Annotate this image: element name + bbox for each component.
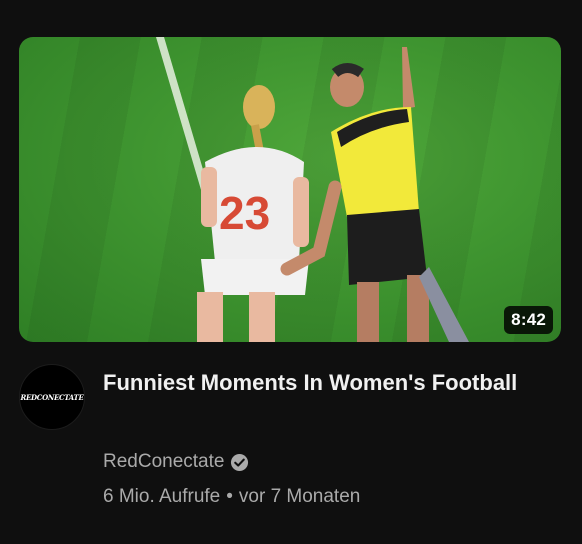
view-count: 6 Mio. Aufrufe (103, 486, 221, 507)
upload-age: vor 7 Monaten (238, 486, 361, 507)
thumbnail-scene: 23 (156, 37, 469, 342)
video-title[interactable]: Funniest Moments In Women's Football (103, 366, 543, 399)
player-figure: 23 (197, 85, 309, 342)
video-card[interactable]: 23 8:42 REDCONECTATE Funniest Moments In… (0, 0, 582, 544)
referee-figure (280, 47, 469, 342)
channel-row: RedConectate (103, 451, 249, 473)
avatar-logo-text: REDCONECTATE (20, 392, 84, 402)
video-metadata: 6 Mio. Aufrufe • vor 7 Monaten (103, 486, 360, 508)
channel-name[interactable]: RedConectate (103, 451, 224, 473)
jersey-number: 23 (219, 187, 270, 239)
duration-badge: 8:42 (504, 306, 553, 334)
video-thumbnail[interactable]: 23 8:42 (19, 37, 561, 342)
meta-separator: • (226, 486, 233, 507)
channel-avatar[interactable]: REDCONECTATE (19, 364, 85, 430)
verified-check-icon (230, 453, 249, 472)
